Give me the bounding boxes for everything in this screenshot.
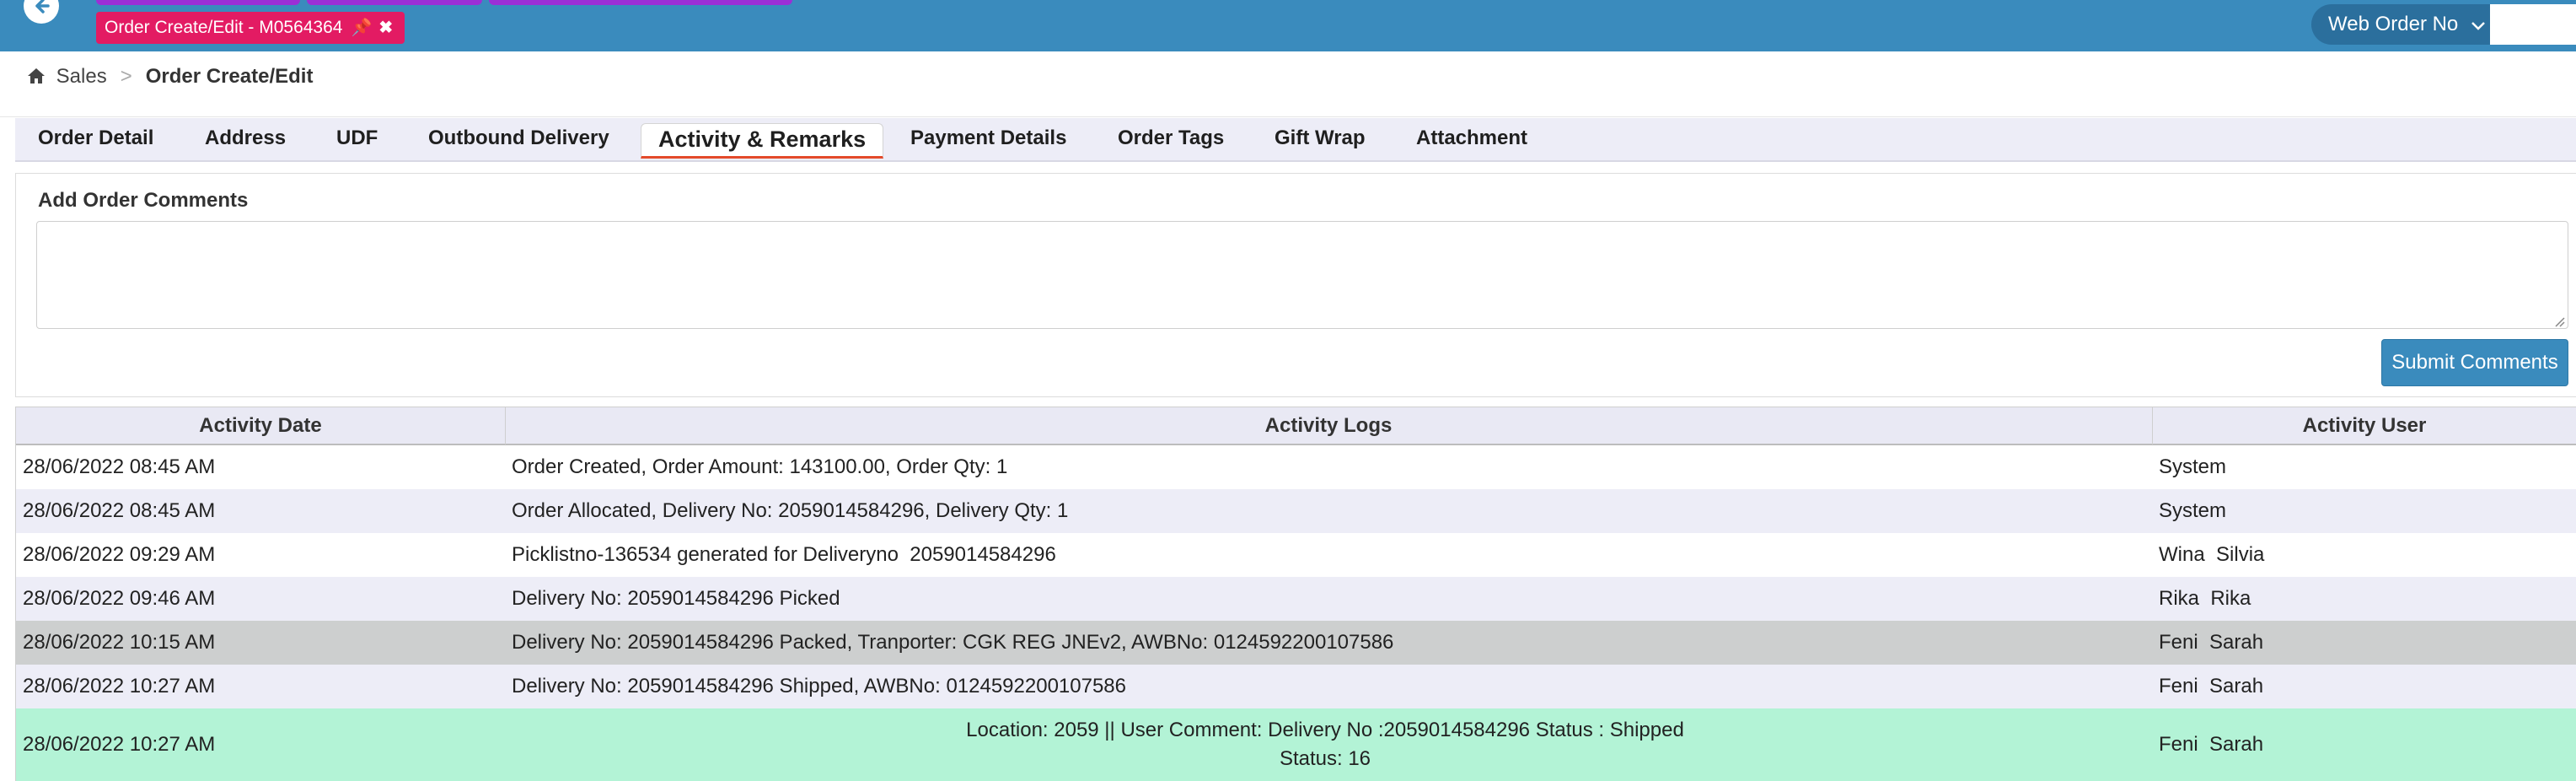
activity-log-line: Status: 16: [1279, 747, 1371, 770]
tab-gift-wrap[interactable]: Gift Wrap: [1275, 118, 1366, 159]
activity-date-cell: 28/06/2022 08:45 AM: [23, 455, 216, 478]
tab-order-detail[interactable]: Order Detail: [38, 118, 153, 159]
table-row[interactable]: 28/06/2022 10:27 AM Delivery No: 2059014…: [16, 665, 2576, 708]
activity-log-cell: Order Created, Order Amount: 143100.00, …: [512, 455, 1008, 478]
order-comment-textarea[interactable]: [36, 221, 2568, 329]
activity-log-cell: Delivery No: 2059014584296 Packed, Tranp…: [512, 631, 1394, 654]
activity-user-cell: System: [2159, 499, 2227, 522]
activity-user-cell: Rika Rika: [2159, 577, 2572, 621]
comments-label: Add Order Comments: [38, 189, 249, 212]
search-type-label: Web Order No: [2328, 13, 2459, 35]
activity-log-cell: Picklistno-136534 generated for Delivery…: [512, 533, 2139, 577]
breadcrumb: Sales > Order Create/Edit: [27, 64, 313, 89]
top-navigation-bar: Order Create/Edit - M0564364 📌 ✖ Web Order…: [0, 0, 2576, 51]
back-button[interactable]: [24, 0, 59, 24]
close-icon[interactable]: ✖: [378, 19, 393, 37]
activity-user-text: Wina Silvia: [2159, 543, 2265, 566]
activity-user-cell: Feni Sarah: [2159, 621, 2572, 665]
breadcrumb-separator: >: [120, 65, 132, 88]
submit-comments-button[interactable]: Submit Comments: [2381, 339, 2568, 386]
search-input[interactable]: [2490, 4, 2576, 45]
activity-user-cell: Feni Sarah: [2159, 708, 2572, 781]
activity-log-cell: Delivery No: 2059014584296 Shipped, AWBN…: [512, 675, 1126, 698]
resize-grip-icon[interactable]: [2553, 315, 2565, 327]
activity-date-cell: 28/06/2022 10:27 AM: [23, 733, 216, 756]
pin-icon[interactable]: 📌: [351, 19, 372, 37]
table-row[interactable]: 28/06/2022 09:46 AM Delivery No: 2059014…: [16, 577, 2576, 621]
open-page-tab[interactable]: [307, 0, 482, 5]
activity-log-cell: Order Allocated, Delivery No: 2059014584…: [512, 499, 1069, 522]
activity-date-cell: 28/06/2022 10:15 AM: [23, 631, 216, 654]
activity-user-cell: Wina Silvia: [2159, 533, 2572, 577]
chevron-down-icon: [2471, 5, 2486, 46]
arrow-left-icon: [35, 0, 50, 13]
open-page-tab-label: Order Create/Edit - M0564364: [105, 18, 343, 37]
open-page-tab[interactable]: [489, 0, 792, 5]
activity-user-text: Feni Sarah: [2159, 675, 2264, 698]
order-comments-panel: Add Order Comments Submit Comments: [15, 173, 2576, 397]
activity-log-line: Location: 2059 || User Comment: Delivery…: [966, 719, 1684, 741]
activity-date-cell: 28/06/2022 09:29 AM: [23, 543, 216, 566]
tab-order-tags[interactable]: Order Tags: [1118, 118, 1224, 159]
order-tabs: Order Detail Address UDF Outbound Delive…: [15, 118, 2576, 162]
breadcrumb-root[interactable]: Sales: [56, 65, 107, 88]
tab-udf[interactable]: UDF: [336, 118, 378, 159]
open-page-tab-order-edit[interactable]: Order Create/Edit - M0564364 📌 ✖: [96, 12, 405, 44]
table-row[interactable]: 28/06/2022 10:27 AM Location: 2059 || Us…: [16, 708, 2576, 781]
table-header: Activity Date Activity Logs Activity Use…: [16, 407, 2576, 445]
search-type-dropdown[interactable]: Web Order No: [2311, 4, 2490, 45]
home-icon: [27, 65, 56, 88]
activity-table: Activity Date Activity Logs Activity Use…: [15, 407, 2576, 781]
tab-address[interactable]: Address: [205, 118, 286, 159]
activity-user-text: Feni Sarah: [2159, 733, 2264, 756]
activity-user-cell: Feni Sarah: [2159, 665, 2572, 708]
tab-attachment[interactable]: Attachment: [1416, 118, 1527, 159]
activity-log-text: Picklistno-136534 generated for Delivery…: [512, 543, 1056, 566]
activity-date-cell: 28/06/2022 09:46 AM: [23, 587, 216, 610]
tab-payment-details[interactable]: Payment Details: [910, 118, 1066, 159]
activity-user-text: Rika Rika: [2159, 587, 2251, 610]
breadcrumb-current: Order Create/Edit: [145, 65, 314, 88]
tab-outbound-delivery[interactable]: Outbound Delivery: [428, 118, 609, 159]
table-row[interactable]: 28/06/2022 10:15 AM Delivery No: 2059014…: [16, 621, 2576, 665]
activity-user-text: Feni Sarah: [2159, 631, 2264, 654]
activity-log-cell: Location: 2059 || User Comment: Delivery…: [512, 708, 2139, 781]
column-header-activity-user[interactable]: Activity User: [2152, 407, 2576, 444]
divider: [0, 116, 2576, 117]
table-row[interactable]: 28/06/2022 08:45 AM Order Allocated, Del…: [16, 489, 2576, 533]
table-row[interactable]: 28/06/2022 09:29 AM Picklistno-136534 ge…: [16, 533, 2576, 577]
tab-activity-remarks[interactable]: Activity & Remarks: [641, 123, 884, 159]
table-row[interactable]: 28/06/2022 08:45 AM Order Created, Order…: [16, 445, 2576, 489]
column-header-activity-logs[interactable]: Activity Logs: [505, 407, 2153, 444]
activity-log-cell: Delivery No: 2059014584296 Picked: [512, 587, 840, 610]
activity-user-cell: System: [2159, 455, 2227, 478]
column-header-activity-date[interactable]: Activity Date: [16, 407, 506, 444]
activity-date-cell: 28/06/2022 08:45 AM: [23, 499, 216, 522]
activity-date-cell: 28/06/2022 10:27 AM: [23, 675, 216, 698]
open-page-tab[interactable]: [96, 0, 300, 5]
